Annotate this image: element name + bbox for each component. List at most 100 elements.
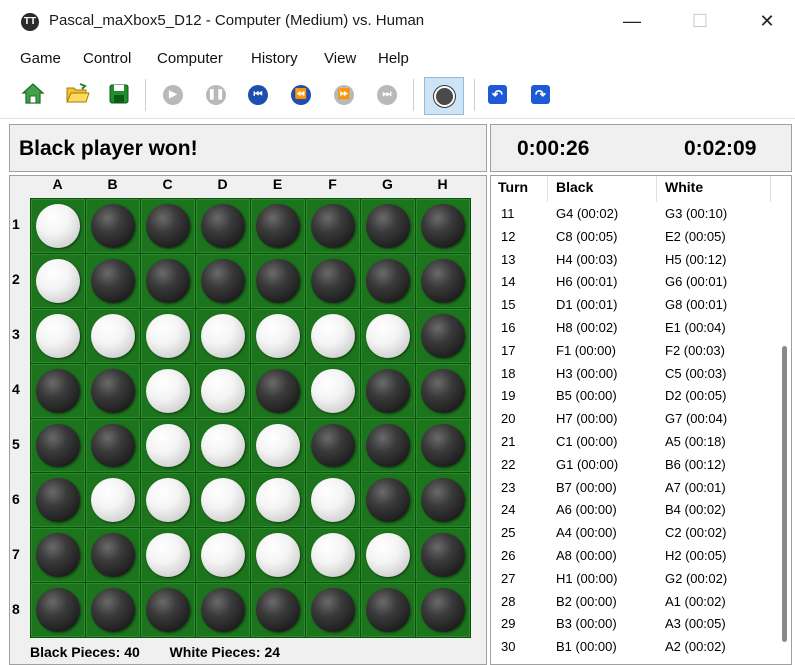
- board-cell[interactable]: [86, 473, 140, 528]
- board-cell[interactable]: [361, 473, 415, 528]
- network-toggle-button[interactable]: [424, 77, 464, 115]
- history-row[interactable]: 23 B7 (00:00) A7 (00:01): [491, 478, 771, 501]
- board-cell[interactable]: [31, 583, 85, 637]
- history-row[interactable]: 30 B1 (00:00) A2 (00:02): [491, 637, 771, 660]
- board-cell[interactable]: [416, 308, 470, 363]
- board-cell[interactable]: [251, 473, 305, 528]
- history-row[interactable]: 20 H7 (00:00) G7 (00:04): [491, 409, 771, 432]
- board-cell[interactable]: [86, 253, 140, 308]
- board-cell[interactable]: [31, 308, 85, 363]
- save-icon[interactable]: [106, 81, 132, 107]
- board-cell[interactable]: [196, 583, 250, 637]
- board-cell[interactable]: [31, 199, 85, 253]
- history-row[interactable]: 12 C8 (00:05) E2 (00:05): [491, 227, 771, 250]
- board-cell[interactable]: [31, 473, 85, 528]
- board-cell[interactable]: [196, 253, 250, 308]
- board-cell[interactable]: [141, 583, 195, 637]
- board-cell[interactable]: [251, 199, 305, 253]
- board-cell[interactable]: [196, 473, 250, 528]
- pause-icon[interactable]: ❚❚: [206, 85, 226, 105]
- history-row[interactable]: 26 A8 (00:00) H2 (00:05): [491, 546, 771, 569]
- home-icon[interactable]: [20, 81, 46, 107]
- board-cell[interactable]: [306, 418, 360, 473]
- move-history[interactable]: Turn Black White 11 G4 (00:02) G3 (00:10) 1…: [490, 175, 792, 665]
- board-cell[interactable]: [196, 418, 250, 473]
- history-row[interactable]: 24 A6 (00:00) B4 (00:02): [491, 500, 771, 523]
- board-cell[interactable]: [31, 363, 85, 418]
- board-cell[interactable]: [196, 528, 250, 583]
- board-cell[interactable]: [251, 583, 305, 637]
- history-row[interactable]: 25 A4 (00:00) C2 (00:02): [491, 523, 771, 546]
- redo-icon[interactable]: ↷: [531, 85, 550, 104]
- history-row[interactable]: 21 C1 (00:00) A5 (00:18): [491, 432, 771, 455]
- history-row[interactable]: 11 G4 (00:02) G3 (00:10): [491, 204, 771, 227]
- board-cell[interactable]: [251, 308, 305, 363]
- board-cell[interactable]: [141, 253, 195, 308]
- rewind-icon[interactable]: ⏪: [291, 85, 311, 105]
- board-cell[interactable]: [361, 253, 415, 308]
- history-row[interactable]: 29 B3 (00:00) A3 (00:05): [491, 614, 771, 637]
- last-icon[interactable]: ⏭: [377, 85, 397, 105]
- menu-view[interactable]: View: [324, 50, 356, 67]
- board-cell[interactable]: [361, 199, 415, 253]
- board-cell[interactable]: [416, 253, 470, 308]
- history-row[interactable]: 14 H6 (00:01) G6 (00:01): [491, 272, 771, 295]
- board-cell[interactable]: [251, 418, 305, 473]
- board-cell[interactable]: [86, 418, 140, 473]
- board-cell[interactable]: [306, 308, 360, 363]
- board-cell[interactable]: [306, 199, 360, 253]
- history-row[interactable]: 27 H1 (00:00) G2 (00:02): [491, 569, 771, 592]
- board-cell[interactable]: [141, 363, 195, 418]
- forward-icon[interactable]: ⏩: [334, 85, 354, 105]
- history-row[interactable]: 22 G1 (00:00) B6 (00:12): [491, 455, 771, 478]
- board-cell[interactable]: [141, 308, 195, 363]
- board-cell[interactable]: [251, 253, 305, 308]
- board-cell[interactable]: [306, 583, 360, 637]
- board-cell[interactable]: [306, 253, 360, 308]
- board-cell[interactable]: [306, 528, 360, 583]
- play-icon[interactable]: ▶: [163, 85, 183, 105]
- board-cell[interactable]: [141, 418, 195, 473]
- board-cell[interactable]: [86, 363, 140, 418]
- history-row[interactable]: 16 H8 (00:02) E1 (00:04): [491, 318, 771, 341]
- board-cell[interactable]: [416, 473, 470, 528]
- board-cell[interactable]: [251, 528, 305, 583]
- history-row[interactable]: 28 B2 (00:00) A1 (00:02): [491, 592, 771, 615]
- menu-computer[interactable]: Computer: [157, 50, 223, 67]
- board-cell[interactable]: [361, 583, 415, 637]
- board-cell[interactable]: [31, 528, 85, 583]
- menu-help[interactable]: Help: [378, 50, 409, 67]
- board-cell[interactable]: [86, 199, 140, 253]
- board-cell[interactable]: [86, 583, 140, 637]
- board-cell[interactable]: [306, 363, 360, 418]
- board-cell[interactable]: [416, 363, 470, 418]
- open-folder-icon[interactable]: [64, 81, 90, 107]
- board-cell[interactable]: [361, 528, 415, 583]
- history-row[interactable]: 19 B5 (00:00) D2 (00:05): [491, 386, 771, 409]
- first-icon[interactable]: ⏮: [248, 85, 268, 105]
- board-cell[interactable]: [361, 418, 415, 473]
- history-scrollbar[interactable]: [782, 346, 787, 642]
- board-cell[interactable]: [416, 583, 470, 637]
- board-cell[interactable]: [416, 199, 470, 253]
- minimize-button[interactable]: —: [604, 0, 660, 43]
- undo-icon[interactable]: ↶: [488, 85, 507, 104]
- board-cell[interactable]: [196, 363, 250, 418]
- maximize-button[interactable]: ☐: [672, 0, 728, 43]
- board-cell[interactable]: [141, 528, 195, 583]
- board-cell[interactable]: [361, 363, 415, 418]
- board-cell[interactable]: [416, 528, 470, 583]
- board-cell[interactable]: [141, 473, 195, 528]
- menu-history[interactable]: History: [251, 50, 298, 67]
- menu-control[interactable]: Control: [83, 50, 131, 67]
- close-button[interactable]: ✕: [739, 0, 795, 43]
- history-row[interactable]: 17 F1 (00:00) F2 (00:03): [491, 341, 771, 364]
- board-cell[interactable]: [196, 199, 250, 253]
- history-row[interactable]: 13 H4 (00:03) H5 (00:12): [491, 250, 771, 273]
- board-cell[interactable]: [86, 528, 140, 583]
- board-cell[interactable]: [251, 363, 305, 418]
- history-row[interactable]: 18 H3 (00:00) C5 (00:03): [491, 364, 771, 387]
- board-cell[interactable]: [86, 308, 140, 363]
- history-row[interactable]: 15 D1 (00:01) G8 (00:01): [491, 295, 771, 318]
- board-cell[interactable]: [196, 308, 250, 363]
